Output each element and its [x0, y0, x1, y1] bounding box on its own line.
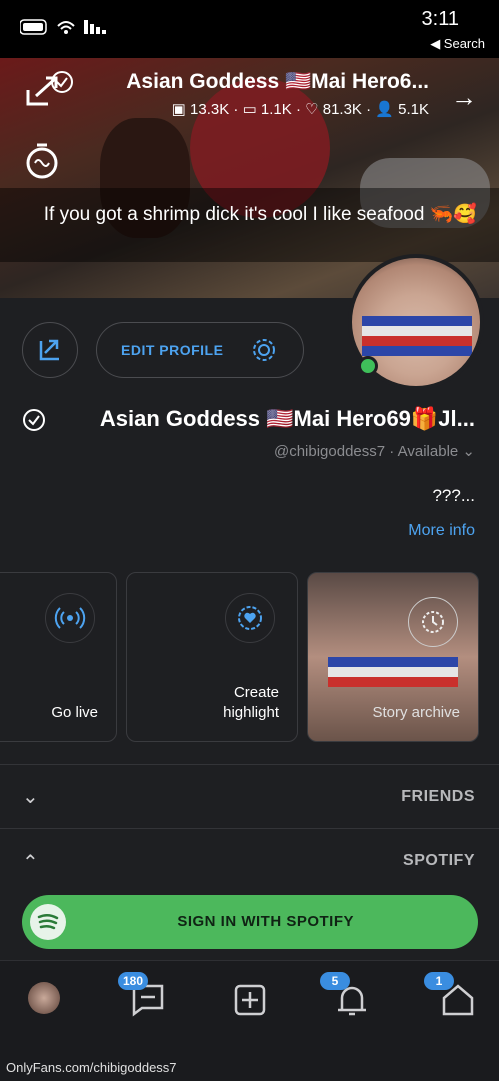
timer-icon[interactable]: [24, 142, 60, 185]
status-icons: [19, 18, 112, 43]
fans-icon: 👤: [375, 101, 399, 118]
story-archive-card[interactable]: Story archive: [307, 572, 479, 742]
verified-badge-icon: [22, 408, 46, 437]
divider: [0, 828, 499, 829]
watermark: OnlyFans.com/chibigoddess7: [6, 1060, 177, 1075]
status-bar: 3:11 ◀ Search: [0, 0, 499, 58]
spotify-section-title[interactable]: SPOTIFY: [403, 852, 475, 870]
divider: [0, 764, 499, 765]
verified-icon: [50, 70, 74, 99]
videos-count: 1.1K: [260, 101, 292, 118]
online-status-dot: [358, 356, 378, 376]
spotify-button-label: SIGN IN WITH SPOTIFY: [177, 913, 354, 930]
notifications-tab[interactable]: 5: [320, 972, 372, 1020]
images-count: 13.3K: [190, 101, 230, 118]
messages-badge: 180: [118, 972, 148, 990]
friends-section-title[interactable]: FRIENDS: [401, 788, 475, 806]
go-live-label: Go live: [51, 704, 98, 721]
profile-bio: If you got a shrimp dick it's cool I lik…: [43, 204, 477, 225]
more-info-link[interactable]: More info: [408, 522, 475, 540]
profile-name: Asian Goddess 🇺🇸Mai Hero69🎁Jl...: [99, 406, 475, 431]
notifications-badge: 5: [320, 972, 350, 990]
edit-profile-button[interactable]: EDIT PROFILE: [96, 322, 304, 378]
fans-count: 5.1K: [398, 101, 429, 118]
history-icon: [408, 597, 458, 647]
live-broadcast-icon: [45, 593, 95, 643]
username: @chibigoddess7: [273, 443, 386, 460]
back-arrow-icon[interactable]: →: [451, 82, 477, 113]
share-profile-button[interactable]: [22, 322, 78, 378]
sign-in-with-spotify-button[interactable]: SIGN IN WITH SPOTIFY: [22, 895, 478, 949]
chevron-down-icon[interactable]: ⌄: [22, 784, 39, 809]
clock: 3:11: [421, 8, 459, 30]
add-post-tab[interactable]: [230, 980, 270, 1020]
go-live-card[interactable]: Go live: [0, 572, 117, 742]
profile-tab-avatar[interactable]: [28, 982, 60, 1014]
edit-profile-label: EDIT PROFILE: [121, 342, 224, 358]
cover-profile-name: Asian Goddess 🇺🇸Mai Hero6...: [126, 70, 429, 93]
profile-stats: ▣ 13.3K · ▭ 1.1K · ♡ 81.3K · 👤 5.1K: [171, 101, 429, 118]
story-archive-label: Story archive: [372, 704, 460, 721]
share-icon: [39, 339, 59, 361]
create-highlight-label: Create highlight: [223, 684, 279, 721]
home-badge: 1: [424, 972, 454, 990]
images-count-icon: ▣: [171, 101, 191, 118]
about-text: ???...: [432, 486, 475, 505]
videos-count-icon: ▭: [242, 101, 261, 118]
likes-icon: ♡: [305, 101, 323, 118]
back-to-search-link[interactable]: ◀ Search: [430, 36, 485, 52]
likes-count: 81.3K: [322, 101, 362, 118]
add-icon: [234, 984, 266, 1016]
create-highlight-card[interactable]: Create highlight: [126, 572, 298, 742]
profile-handle-row: @chibigoddess7 · Available ⌄: [273, 443, 475, 460]
chevron-up-icon[interactable]: ⌃: [22, 850, 39, 875]
gear-icon: [253, 339, 275, 361]
messages-tab[interactable]: 180: [118, 972, 168, 1020]
home-tab[interactable]: 1: [424, 972, 478, 1020]
highlight-icon: [225, 593, 275, 643]
spotify-icon: [30, 904, 66, 940]
availability-dropdown[interactable]: Available ⌄: [398, 443, 475, 460]
